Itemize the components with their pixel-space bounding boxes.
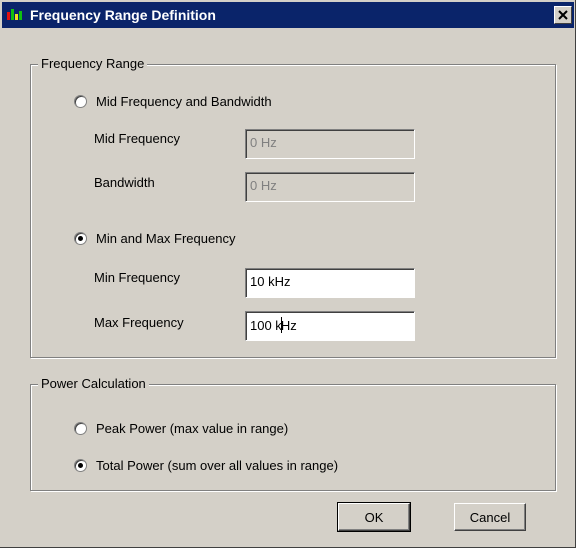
ok-button-label: OK xyxy=(364,509,384,525)
max-frequency-field[interactable]: 100 kHz xyxy=(245,311,415,341)
max-frequency-value-before-cursor: 100 k xyxy=(250,318,282,333)
bandwidth-field[interactable]: 0 Hz xyxy=(245,172,415,202)
frequency-range-dialog: Frequency Range Definition Frequency Ran… xyxy=(0,0,576,548)
min-frequency-field[interactable]: 10 kHz xyxy=(245,268,415,298)
bandwidth-label: Bandwidth xyxy=(94,175,155,190)
cancel-button[interactable]: Cancel xyxy=(454,503,526,531)
bandwidth-value: 0 Hz xyxy=(250,178,277,193)
frequency-range-group-label: Frequency Range xyxy=(38,56,148,71)
mid-frequency-field[interactable]: 0 Hz xyxy=(245,129,415,159)
max-frequency-value-after-cursor: Hz xyxy=(280,318,297,333)
min-max-radio[interactable] xyxy=(74,232,87,245)
mid-bandwidth-label: Mid Frequency and Bandwidth xyxy=(96,94,272,109)
close-button[interactable] xyxy=(554,6,572,24)
mid-frequency-value: 0 Hz xyxy=(250,135,277,150)
power-calculation-group: Power Calculation xyxy=(30,376,556,491)
total-power-label: Total Power (sum over all values in rang… xyxy=(96,458,339,473)
peak-power-radio[interactable] xyxy=(74,422,87,435)
total-power-option[interactable]: Total Power (sum over all values in rang… xyxy=(74,458,338,473)
close-icon xyxy=(558,10,568,20)
max-frequency-label: Max Frequency xyxy=(94,315,184,330)
min-max-label: Min and Max Frequency xyxy=(96,231,236,246)
title-bar[interactable]: Frequency Range Definition xyxy=(2,2,574,28)
min-max-option[interactable]: Min and Max Frequency xyxy=(74,231,235,246)
min-frequency-value: 10 kHz xyxy=(250,274,291,289)
min-frequency-label: Min Frequency xyxy=(94,270,180,285)
peak-power-option[interactable]: Peak Power (max value in range) xyxy=(74,421,288,436)
mid-frequency-label: Mid Frequency xyxy=(94,131,180,146)
mid-bandwidth-option[interactable]: Mid Frequency and Bandwidth xyxy=(74,94,272,109)
power-calculation-group-label: Power Calculation xyxy=(38,376,149,391)
cancel-button-label: Cancel xyxy=(469,509,511,525)
mid-bandwidth-radio[interactable] xyxy=(74,95,87,108)
window-title: Frequency Range Definition xyxy=(30,7,216,23)
total-power-radio[interactable] xyxy=(74,459,87,472)
ok-button[interactable]: OK xyxy=(337,502,411,532)
peak-power-label: Peak Power (max value in range) xyxy=(96,421,289,436)
app-icon xyxy=(6,6,24,24)
